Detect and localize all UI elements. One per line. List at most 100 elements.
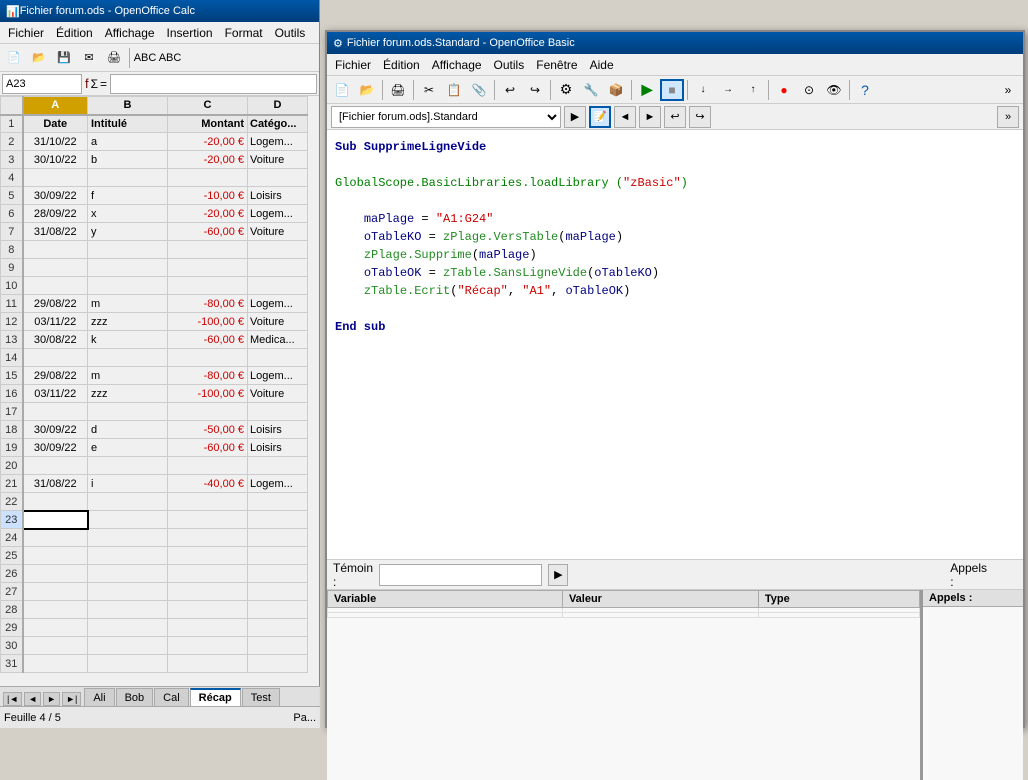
tb-watch[interactable]: 👁 (822, 79, 846, 101)
col-header-a[interactable]: A (23, 97, 88, 115)
basic-menu-outils[interactable]: Outils (488, 56, 531, 74)
basic-menu-edition[interactable]: Édition (377, 56, 426, 74)
module-btn-2[interactable]: 📝 (589, 106, 611, 128)
tb-run[interactable]: ▶ (635, 79, 659, 101)
calc-toolbar: 📄 📂 💾 ✉ 🖨 ABC ABC (0, 44, 319, 72)
witness-label: Témoin : (333, 561, 373, 589)
tb-basic-new[interactable]: 📄 (330, 79, 354, 101)
table-row: 14 (1, 349, 308, 367)
tb-basic-print[interactable]: 🖨 (386, 79, 410, 101)
name-box[interactable] (2, 74, 82, 94)
vars-table-area: Variable Valeur Type (327, 590, 923, 780)
col-header-c[interactable]: C (168, 97, 248, 115)
basic-menu-fichier[interactable]: Fichier (329, 56, 377, 74)
tab-nav-prev[interactable]: ◄ (24, 692, 41, 706)
calc-menu-insertion[interactable]: Insertion (161, 24, 219, 42)
witness-input[interactable] (379, 564, 542, 586)
module-btn-4[interactable]: ► (639, 106, 661, 128)
basic-menu-aide[interactable]: Aide (584, 56, 620, 74)
tb-more[interactable]: » (996, 79, 1020, 101)
tb-spell1[interactable]: ABC (133, 47, 157, 69)
active-cell-a23[interactable] (23, 511, 88, 529)
tb-new[interactable]: 📄 (2, 47, 26, 69)
tab-bob[interactable]: Bob (116, 688, 154, 706)
tb-print[interactable]: 🖨 (102, 47, 126, 69)
formula-input[interactable] (110, 74, 317, 94)
tb-step-over[interactable]: → (716, 79, 740, 101)
cell-1c[interactable]: Montant (168, 115, 248, 133)
cell-3d[interactable]: Voiture (248, 151, 308, 169)
tb-cut[interactable]: ✂ (417, 79, 441, 101)
sum-icon: Σ (91, 77, 98, 91)
calc-menu-outils[interactable]: Outils (269, 24, 312, 42)
cell-3b[interactable]: b (88, 151, 168, 169)
calc-menu-format[interactable]: Format (219, 24, 269, 42)
tab-nav-first[interactable]: |◄ (3, 692, 22, 706)
basic-menu-affichage[interactable]: Affichage (426, 56, 488, 74)
tab-ali[interactable]: Ali (84, 688, 114, 706)
tb-email[interactable]: ✉ (77, 47, 101, 69)
basic-menu-fenetre[interactable]: Fenêtre (530, 56, 583, 74)
code-line-11: End sub (335, 318, 1015, 336)
tb-copy[interactable]: 📋 (442, 79, 466, 101)
tb-basic-open-lib[interactable]: 📂 (355, 79, 379, 101)
code-editor[interactable]: Sub SupprimeLigneVide GlobalScope.BasicL… (327, 130, 1023, 560)
table-row: 22 (1, 493, 308, 511)
tab-recap[interactable]: Récap (190, 688, 241, 706)
code-line-7: zPlage.Supprime(maPlage) (335, 246, 1015, 264)
col-header-d[interactable]: D (248, 97, 308, 115)
tb-step-out[interactable]: ↑ (741, 79, 765, 101)
calc-menu-affichage[interactable]: Affichage (99, 24, 161, 42)
cell-2a[interactable]: 31/10/22 (23, 133, 88, 151)
sheet-count-status: Feuille 4 / 5 (4, 712, 61, 724)
table-row: 11 29/08/22 m -80,00 € Logem... (1, 295, 308, 313)
tb-redo[interactable]: ↪ (523, 79, 547, 101)
table-row: 16 03/11/22 zzz -100,00 € Voiture (1, 385, 308, 403)
module-btn-5[interactable]: ↩ (664, 106, 686, 128)
cell-1b[interactable]: Intitulé (88, 115, 168, 133)
tb-spell2[interactable]: ABC (158, 47, 182, 69)
basic-title-icon: ⚙ (333, 37, 343, 50)
tb-stop[interactable]: ■ (660, 79, 684, 101)
table-row: 23 (1, 511, 308, 529)
calc-menu-edition[interactable]: Édition (50, 24, 99, 42)
calc-menu-fichier[interactable]: Fichier (2, 24, 50, 42)
cell-3c[interactable]: -20,00 € (168, 151, 248, 169)
cell-2b[interactable]: a (88, 133, 168, 151)
tb-help[interactable]: ? (853, 79, 877, 101)
witness-go-btn[interactable]: ▶ (548, 564, 568, 586)
tb-paste[interactable]: 📎 (467, 79, 491, 101)
cell-1a[interactable]: Date (23, 115, 88, 133)
module-btn-1[interactable]: ▶ (564, 106, 586, 128)
cell-2d[interactable]: Logem... (248, 133, 308, 151)
module-btn-6[interactable]: ↪ (689, 106, 711, 128)
table-row: 21 31/08/22 i -40,00 € Logem... (1, 475, 308, 493)
tb-open[interactable]: 📂 (27, 47, 51, 69)
tb-breakpoint[interactable]: ● (772, 79, 796, 101)
tb-step-into[interactable]: ↓ (691, 79, 715, 101)
tb-macro-organizer[interactable]: 📦 (604, 79, 628, 101)
tab-nav-next[interactable]: ► (43, 692, 60, 706)
row-num-1: 1 (1, 115, 23, 133)
tb-basic-ide[interactable]: 🔧 (579, 79, 603, 101)
module-selector[interactable]: [Fichier forum.ods].Standard (331, 106, 561, 128)
table-row: 3 30/10/22 b -20,00 € Voiture (1, 151, 308, 169)
tab-nav-last[interactable]: ►| (62, 692, 81, 706)
tb-breakpoints[interactable]: ⊙ (797, 79, 821, 101)
cell-1d[interactable]: Catégo... (248, 115, 308, 133)
tab-test[interactable]: Test (242, 688, 280, 706)
tb-undo[interactable]: ↩ (498, 79, 522, 101)
tab-cal[interactable]: Cal (154, 688, 189, 706)
cell-3a[interactable]: 30/10/22 (23, 151, 88, 169)
module-btn-more[interactable]: » (997, 106, 1019, 128)
formula-bar: f Σ = (0, 72, 319, 96)
tb-save[interactable]: 💾 (52, 47, 76, 69)
cell-2c[interactable]: -20,00 € (168, 133, 248, 151)
eq-icon: = (100, 77, 107, 91)
module-btn-3[interactable]: ◄ (614, 106, 636, 128)
witness-bar: Témoin : ▶ Appels : (327, 560, 1023, 590)
calc-menubar: Fichier Édition Affichage Insertion Form… (0, 22, 319, 44)
tb-macro-lib[interactable]: ⚙ (554, 79, 578, 101)
table-row: 25 (1, 547, 308, 565)
col-header-b[interactable]: B (88, 97, 168, 115)
